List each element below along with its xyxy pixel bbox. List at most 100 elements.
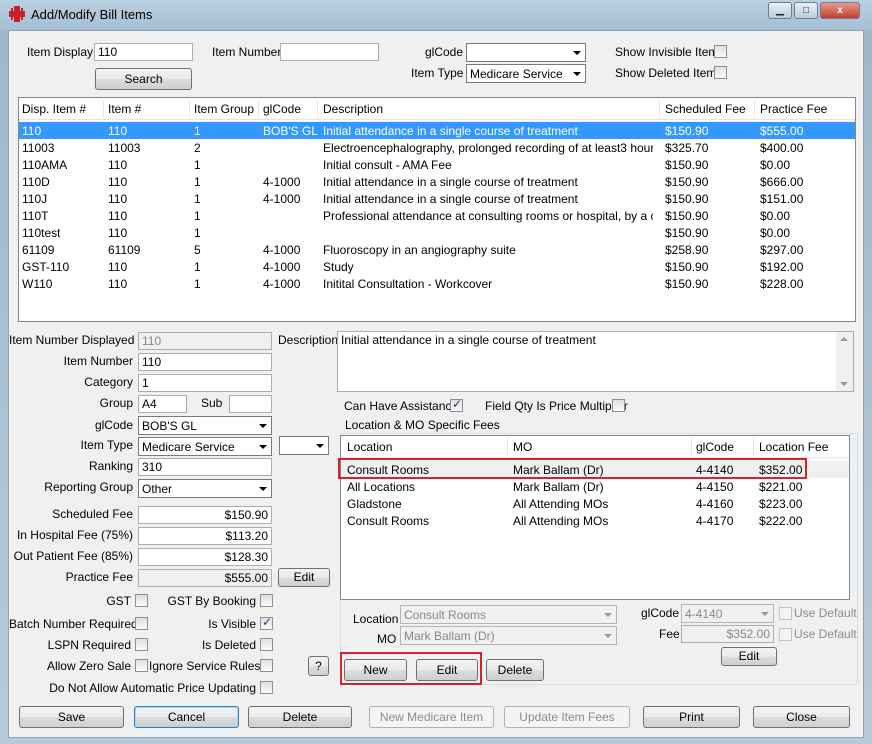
fee-label: Fee <box>659 627 680 641</box>
table-row[interactable]: 61109 61109 5 4-1000 Fluoroscopy in an angio… <box>19 241 855 258</box>
table-cell: $325.70 <box>665 141 709 155</box>
practice-fee-edit-button[interactable]: Edit <box>278 568 330 587</box>
table-row[interactable]: 110J 110 1 4-1000 Initial attendance in a si… <box>19 190 855 207</box>
out-patient-fee-input[interactable]: $128.30 <box>138 548 272 566</box>
glcode-label: glCode <box>94 418 133 432</box>
table-cell: Electroencephalography, prolonged record… <box>323 141 653 155</box>
header-item-group[interactable]: Item Group <box>194 102 254 116</box>
show-invisible-checkbox[interactable] <box>714 45 727 58</box>
item-type-search-label: Item Type <box>411 66 464 80</box>
help-button[interactable]: ? <box>308 656 329 676</box>
update-item-fees-button[interactable]: Update Item Fees <box>504 706 630 728</box>
sub-input[interactable] <box>229 395 272 413</box>
save-button[interactable]: Save <box>19 706 124 728</box>
header-item-number[interactable]: Item # <box>108 102 141 116</box>
header-glcode[interactable]: glCode <box>263 102 301 116</box>
can-have-assistance-checkbox[interactable] <box>450 397 463 412</box>
reporting-group-select[interactable]: Other <box>138 479 272 498</box>
fee-row[interactable]: All Locations Mark Ballam (Dr) 4-4150 $221.… <box>341 478 849 495</box>
table-cell: 11003 <box>22 141 55 155</box>
lspn-checkbox[interactable] <box>135 638 148 651</box>
table-cell: $150.90 <box>665 226 709 240</box>
item-type-extra-select[interactable] <box>279 436 329 455</box>
category-input[interactable]: 1 <box>138 374 272 392</box>
fee-field: $352.00 <box>681 625 774 643</box>
practice-fee-field: $555.00 <box>138 569 272 587</box>
table-row[interactable]: 110 110 1 BOB'S GL Initial attendance in a s… <box>19 122 855 139</box>
table-cell: 110test <box>22 226 61 240</box>
print-button[interactable]: Print <box>643 706 740 728</box>
chevron-down-icon <box>573 72 581 76</box>
column-divider <box>753 438 754 456</box>
scroll-down-icon[interactable] <box>840 382 848 386</box>
item-number-search-input[interactable] <box>280 43 379 61</box>
close-button[interactable]: Close <box>753 706 850 728</box>
scroll-up-icon[interactable] <box>840 337 848 341</box>
group-input[interactable]: A4 <box>138 395 187 413</box>
close-window-button[interactable]: x <box>820 2 860 19</box>
no-auto-price-checkbox[interactable] <box>260 681 273 694</box>
show-deleted-checkbox[interactable] <box>714 66 727 79</box>
header-location-fee[interactable]: Location Fee <box>759 440 828 454</box>
table-cell: $0.00 <box>760 158 791 172</box>
field-qty-checkbox[interactable] <box>612 399 625 412</box>
header-fee-glcode[interactable]: glCode <box>696 440 734 454</box>
is-visible-checkbox[interactable] <box>260 615 273 630</box>
search-button[interactable]: Search <box>95 68 192 90</box>
chevron-down-icon <box>259 445 267 449</box>
fee-delete-button[interactable]: Delete <box>486 659 544 681</box>
table-row[interactable]: 110T 110 1 Professional attendance at consu… <box>19 207 855 224</box>
table-row[interactable]: GST-110 110 1 4-1000 Study $150.90 $192.00 <box>19 258 855 275</box>
fee-row[interactable]: Consult Rooms All Attending MOs 4-4170 $222… <box>341 512 849 529</box>
new-medicare-item-button[interactable]: New Medicare Item <box>369 706 494 728</box>
glcode-select[interactable]: BOB'S GL <box>138 416 272 435</box>
header-disp-item[interactable]: Disp. Item # <box>22 102 86 116</box>
item-type-select[interactable]: Medicare Service <box>138 437 272 456</box>
ranking-input[interactable]: 310 <box>138 458 272 476</box>
minimize-button[interactable]: ▁ <box>768 2 792 19</box>
glcode-use-default-checkbox <box>779 607 792 620</box>
gst-checkbox[interactable] <box>135 594 148 607</box>
table-cell: $297.00 <box>760 243 804 257</box>
in-hospital-fee-input[interactable]: $113.20 <box>138 527 272 545</box>
maximize-button[interactable]: □ <box>794 2 818 19</box>
table-row[interactable]: W110 110 1 4-1000 Initital Consultation - Wo… <box>19 275 855 292</box>
header-practice-fee[interactable]: Practice Fee <box>760 102 827 116</box>
scheduled-fee-input[interactable]: $150.90 <box>138 506 272 524</box>
item-type-search-select[interactable]: Medicare Service <box>466 64 586 83</box>
table-cell: 1 <box>194 158 201 172</box>
glcode-search-select[interactable] <box>466 43 586 62</box>
fee-location-label: Location <box>353 612 399 626</box>
table-cell: 4-1000 <box>263 243 301 257</box>
delete-button[interactable]: Delete <box>248 706 352 728</box>
table-cell: $150.90 <box>665 124 709 138</box>
allow-zero-sale-checkbox[interactable] <box>135 659 148 672</box>
is-deleted-checkbox[interactable] <box>260 638 273 651</box>
table-cell: 5 <box>194 243 201 257</box>
description-text: Initial attendance in a single course of… <box>341 333 596 347</box>
table-row[interactable]: 11003 11003 2 Electroencephalography, prolo… <box>19 139 855 156</box>
table-row[interactable]: 110D 110 1 4-1000 Initial attendance in a si… <box>19 173 855 190</box>
table-row[interactable]: 110test 110 1 $150.90 $0.00 <box>19 224 855 241</box>
header-scheduled-fee[interactable]: Scheduled Fee <box>665 102 746 116</box>
fee-row[interactable]: Gladstone All Attending MOs 4-4160 $223.00 <box>341 495 849 512</box>
table-cell: $150.90 <box>665 209 709 223</box>
table-cell: $228.00 <box>760 277 804 291</box>
fee-mo-label: MO <box>377 632 397 646</box>
description-textarea[interactable]: Initial attendance in a single course of… <box>337 331 854 392</box>
description-scrollbar[interactable] <box>836 332 853 391</box>
ignore-service-rules-checkbox[interactable] <box>260 659 273 672</box>
header-mo[interactable]: MO <box>513 440 532 454</box>
header-location[interactable]: Location <box>347 440 392 454</box>
gst-by-booking-checkbox[interactable] <box>260 594 273 607</box>
fee-edit-button[interactable]: Edit <box>721 647 777 666</box>
table-cell: Initial attendance in a single course of… <box>323 175 578 189</box>
item-number-displayed-label: Item Number Displayed <box>9 333 135 347</box>
cancel-button[interactable]: Cancel <box>134 706 239 728</box>
batch-number-checkbox[interactable] <box>135 617 148 630</box>
fee-cell: $223.00 <box>759 497 803 511</box>
item-display-input[interactable]: 110 <box>94 43 193 61</box>
item-number-input[interactable]: 110 <box>138 353 272 371</box>
header-description[interactable]: Description <box>323 102 383 116</box>
table-row[interactable]: 110AMA 110 1 Initial consult - AMA Fee $150.… <box>19 156 855 173</box>
